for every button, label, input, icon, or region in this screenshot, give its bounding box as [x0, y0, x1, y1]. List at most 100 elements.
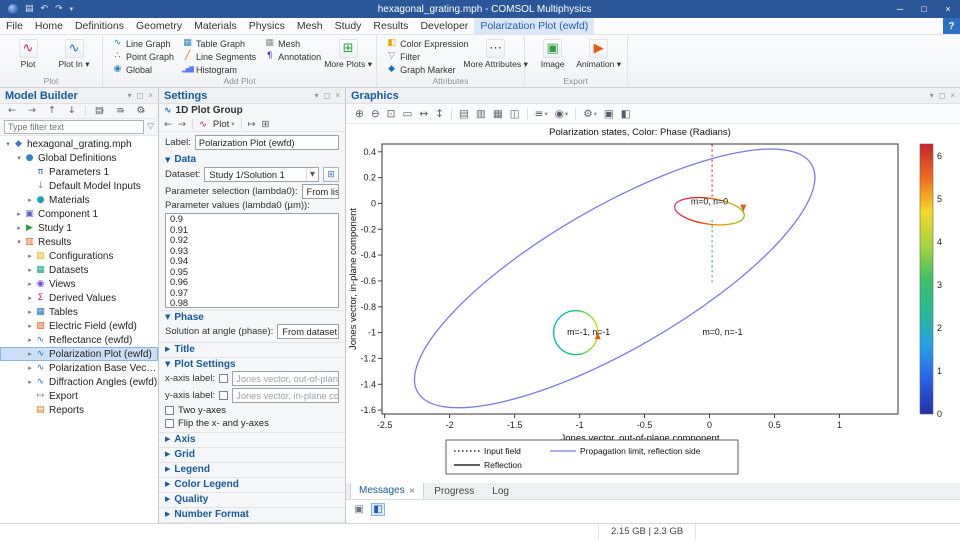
yaxis-label-checkbox[interactable]	[219, 391, 228, 400]
tab-progress[interactable]: Progress	[426, 484, 482, 499]
tree-item-global-definitions[interactable]: ▾●Global Definitions	[0, 151, 158, 165]
tree-item-polarization-plot-ewfd[interactable]: ▸∿Polarization Plot (ewfd)	[0, 347, 158, 361]
move-down-icon[interactable]: ↓	[65, 102, 79, 120]
panel-close-icon[interactable]: ×	[148, 91, 153, 100]
ribbon-plot-in-button[interactable]: ∿Plot In ▾	[51, 37, 97, 71]
zoom-box-icon[interactable]: ▭	[399, 105, 415, 123]
redo-icon[interactable]: ↷	[55, 4, 63, 14]
ribbon-histogram-button[interactable]: ▂▅▇Histogram	[178, 63, 260, 76]
plot-button-arrow-icon[interactable]: ▾	[231, 120, 234, 128]
open-file-icon[interactable]: ▤	[25, 4, 34, 14]
expand-icon[interactable]: ▸	[25, 350, 35, 358]
tree-item-export[interactable]: ↦Export	[0, 389, 158, 403]
print-icon[interactable]: ◧	[618, 105, 634, 123]
edit-dataset-button[interactable]: ⊞	[323, 167, 339, 182]
tree-item-hexagonal-grating-mph[interactable]: ▾◆hexagonal_grating.mph	[0, 137, 158, 151]
section-plot-settings[interactable]: ▼ Plot Settings	[159, 357, 345, 370]
zoom-extents-icon[interactable]: ⊡	[384, 105, 399, 123]
expand-icon[interactable]: ▸	[25, 196, 35, 204]
polarization-plot[interactable]: Polarization states, Color: Phase (Radia…	[346, 124, 952, 482]
panel-float-icon[interactable]: ◻	[324, 91, 331, 100]
expand-icon[interactable]: ▸	[25, 322, 35, 330]
expand-icon[interactable]: ▸	[25, 266, 35, 274]
expand-icon[interactable]: ▸	[25, 378, 35, 386]
transparency-icon[interactable]: ◫	[507, 105, 523, 123]
ribbon-line-graph-button[interactable]: ∿Line Graph	[108, 37, 178, 50]
panel-float-icon[interactable]: ◻	[137, 91, 144, 100]
expand-icon[interactable]: ▸	[25, 252, 35, 260]
ribbon-color-expression-button[interactable]: ◧Color Expression	[382, 37, 473, 50]
section-axis[interactable]: ▶Axis	[159, 432, 345, 445]
help-button[interactable]: ?	[943, 18, 960, 34]
plot-button[interactable]: Plot	[213, 119, 229, 130]
parameter-selection-select[interactable]: From list▼	[302, 184, 339, 199]
grid-icon[interactable]: ▦	[490, 105, 506, 123]
yaxis-label-input[interactable]: Jones vector, in-plane component	[232, 388, 339, 403]
ribbon-annotation-button[interactable]: ¶Annotation	[260, 50, 325, 63]
section-title[interactable]: ▶ Title	[159, 342, 345, 355]
ribbon-point-graph-button[interactable]: ∴Point Graph	[108, 50, 178, 63]
tree-item-results[interactable]: ▾▥Results	[0, 235, 158, 249]
zoom-out-icon[interactable]: ⊖	[368, 105, 383, 123]
tree-item-polarization-base-vectors[interactable]: ▸∿Polarization Base Vectors	[0, 361, 158, 375]
parameter-value-item[interactable]: 0.92	[166, 235, 338, 246]
panel-close-icon[interactable]: ×	[950, 91, 955, 100]
panel-close-icon[interactable]: ×	[335, 91, 340, 100]
ribbon-plot-button[interactable]: ∿Plot	[5, 37, 51, 71]
parameter-value-item[interactable]: 0.95	[166, 267, 338, 278]
menu-geometry[interactable]: Geometry	[130, 18, 188, 34]
expand-icon[interactable]: ▸	[25, 294, 35, 302]
menu-file[interactable]: File	[0, 18, 29, 34]
section-phase[interactable]: ▼ Phase	[159, 310, 345, 323]
section-quality[interactable]: ▶Quality	[159, 492, 345, 505]
forward-icon[interactable]: →	[25, 102, 39, 120]
close-tab-icon[interactable]: ×	[409, 483, 416, 498]
xaxis-label-input[interactable]: Jones vector, out-of-plane component	[232, 371, 339, 386]
pan-vertical-icon[interactable]: ↕	[432, 105, 447, 123]
tab-messages[interactable]: Messages×	[350, 483, 424, 499]
ribbon-animation-button[interactable]: ▶Animation ▾	[576, 37, 622, 71]
expand-icon[interactable]: ▸	[25, 308, 35, 316]
plot-area[interactable]	[382, 144, 898, 414]
back-icon[interactable]: ←	[5, 102, 19, 120]
tree-item-views[interactable]: ▸◉Views	[0, 277, 158, 291]
tree-item-reports[interactable]: ▤Reports	[0, 403, 158, 417]
tree-item-reflectance-ewfd[interactable]: ▸∿Reflectance (ewfd)	[0, 333, 158, 347]
menu-definitions[interactable]: Definitions	[69, 18, 130, 34]
color-menu-icon[interactable]: ◉▾	[552, 105, 571, 123]
menu-study[interactable]: Study	[329, 18, 368, 34]
undo-icon[interactable]: ↶	[41, 4, 49, 14]
tree-item-electric-field-ewfd[interactable]: ▸▧Electric Field (ewfd)	[0, 319, 158, 333]
show-menu-icon[interactable]: ▤▾	[92, 102, 107, 120]
parameter-value-item[interactable]: 0.9	[166, 214, 338, 225]
clear-messages-icon[interactable]: ▣	[352, 503, 366, 516]
label-input[interactable]: Polarization Plot (ewfd)	[195, 135, 339, 150]
parameter-value-item[interactable]: 0.96	[166, 277, 338, 288]
scene-settings-icon[interactable]: ⚙▾	[580, 105, 600, 123]
expand-icon[interactable]: ▸	[14, 210, 24, 218]
menu-physics[interactable]: Physics	[243, 18, 291, 34]
tree-item-derived-values[interactable]: ▸ΣDerived Values	[0, 291, 158, 305]
messages-filter-icon[interactable]: ◧	[371, 503, 385, 516]
ribbon-more-attributes-button[interactable]: ⋯More Attributes ▾	[473, 37, 519, 71]
panel-float-icon[interactable]: ◻	[939, 91, 946, 100]
flip-axes-checkbox[interactable]	[165, 419, 174, 428]
legend-toggle-icon[interactable]: ▥	[473, 105, 489, 123]
menu-materials[interactable]: Materials	[188, 18, 243, 34]
panel-menu-icon[interactable]: ▾	[128, 91, 132, 100]
expand-icon[interactable]: ▸	[14, 224, 24, 232]
parameter-value-item[interactable]: 0.98	[166, 298, 338, 308]
parameter-values-list[interactable]: 0.90.910.920.930.940.950.960.970.98	[165, 213, 339, 308]
minimize-button[interactable]: ─	[888, 0, 912, 18]
panel-menu-icon[interactable]: ▾	[315, 91, 319, 100]
move-up-icon[interactable]: ↑	[45, 102, 59, 120]
expand-icon[interactable]: ▸	[25, 280, 35, 288]
section-data[interactable]: ▼ Data	[159, 153, 345, 166]
tree-item-tables[interactable]: ▸▦Tables	[0, 305, 158, 319]
parameter-value-item[interactable]: 0.93	[166, 246, 338, 257]
expand-icon[interactable]: ▸	[25, 336, 35, 344]
select-menu-icon[interactable]: ≡▾	[532, 105, 551, 123]
quick-access-menu-icon[interactable]: ▾	[70, 5, 74, 13]
new-window-icon[interactable]: ⊞	[262, 119, 270, 130]
section-grid[interactable]: ▶Grid	[159, 447, 345, 460]
